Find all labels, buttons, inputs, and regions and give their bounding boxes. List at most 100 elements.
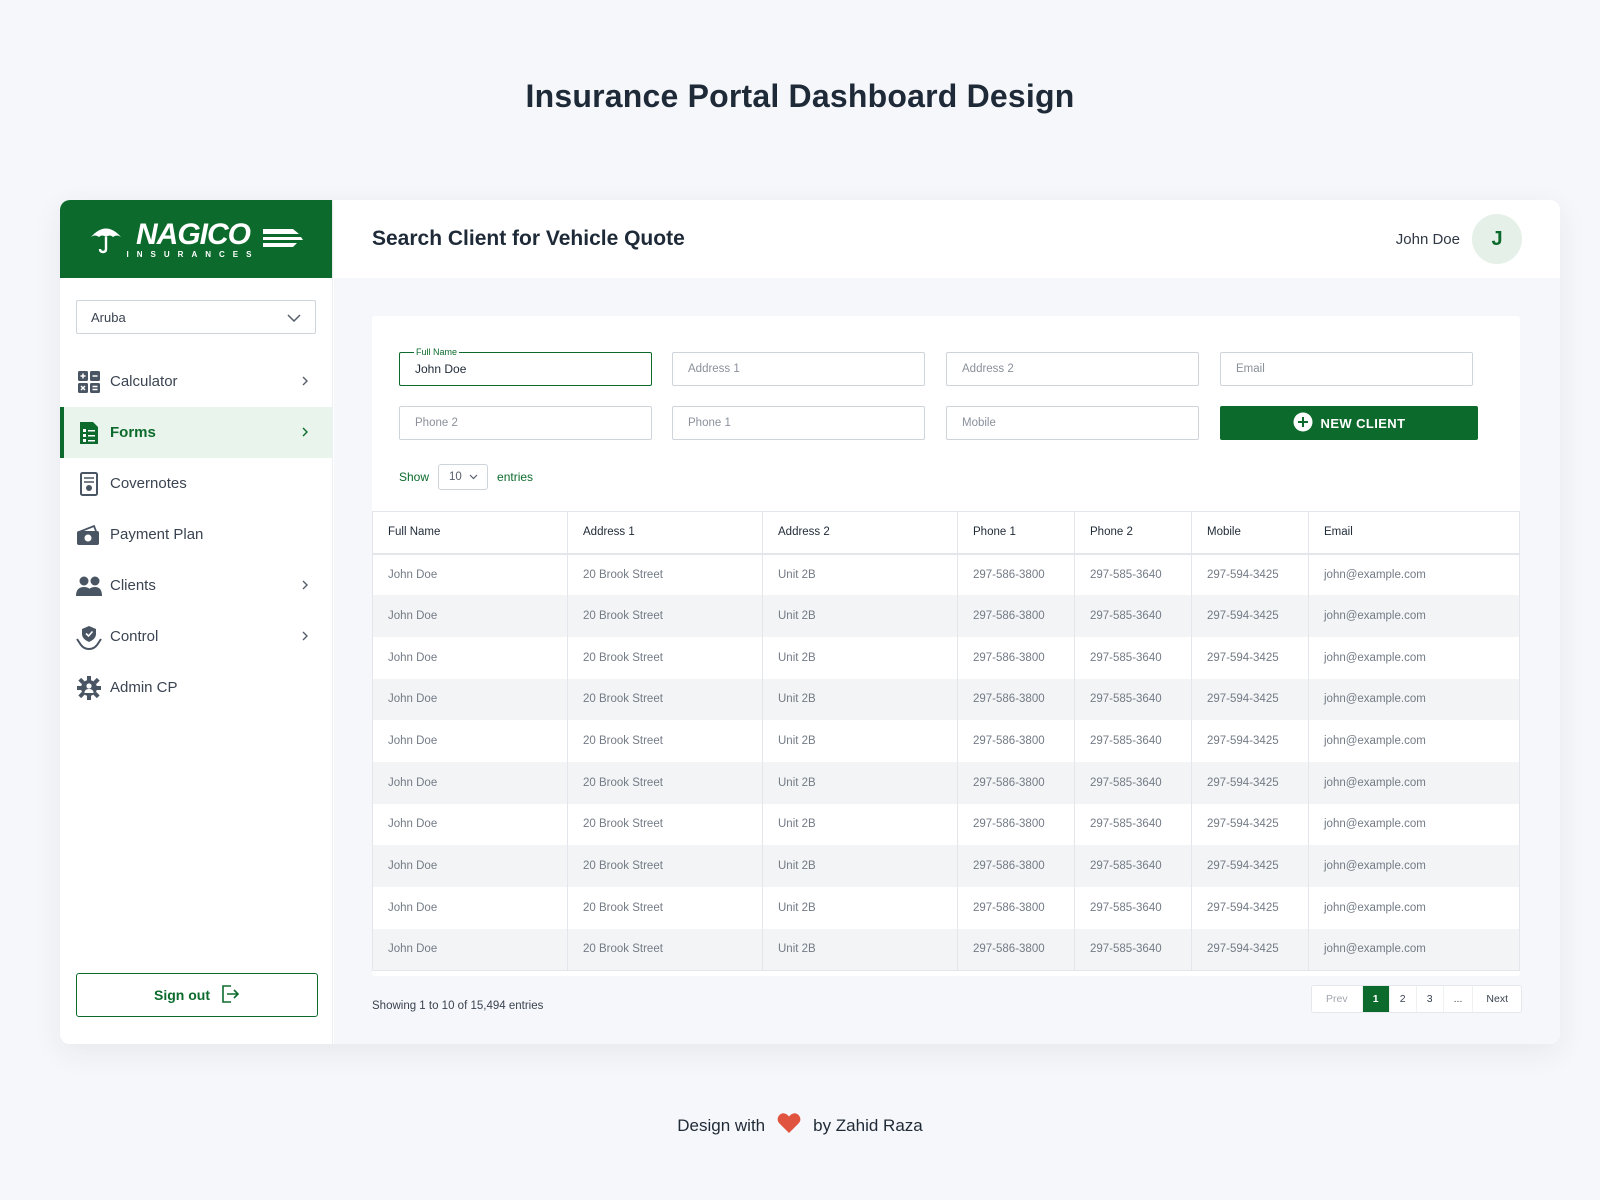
sidebar-item-label: Covernotes (110, 475, 187, 492)
new-client-button[interactable]: NEW CLIENT (1220, 406, 1478, 440)
page-button-1[interactable]: 1 (1362, 986, 1390, 1012)
table-row[interactable]: John Doe 20 Brook Street Unit 2B 297-586-38… (372, 803, 1520, 846)
cell-address2: Unit 2B (762, 553, 958, 596)
cell-email: john@example.com (1308, 928, 1520, 971)
cell-email: john@example.com (1308, 636, 1520, 679)
mobile-placeholder: Mobile (962, 417, 996, 429)
table-row[interactable]: John Doe 20 Brook Street Unit 2B 297-586-38… (372, 720, 1520, 762)
new-client-label: NEW CLIENT (1320, 415, 1406, 431)
cell-email: john@example.com (1308, 678, 1520, 721)
sign-out-button[interactable]: Sign out (76, 973, 318, 1017)
phone1-field[interactable]: Phone 1 (672, 406, 925, 440)
main-content: Full Name John Doe Address 1 Address 2 E… (334, 278, 1560, 1044)
cell-mobile: 297-594-3425 (1191, 553, 1309, 596)
table-row[interactable]: John Doe 20 Brook Street Unit 2B 297-586-38… (372, 845, 1520, 887)
entries-control: Show 10 entries (399, 464, 533, 490)
search-card: Full Name John Doe Address 1 Address 2 E… (372, 316, 1520, 976)
cell-phone1: 297-586-3800 (957, 928, 1075, 971)
column-header-email[interactable]: Email (1308, 511, 1520, 555)
cell-phone2: 297-585-3640 (1074, 720, 1192, 762)
email-field[interactable]: Email (1220, 352, 1473, 386)
table-row[interactable]: John Doe 20 Brook Street Unit 2B 297-586-38… (372, 636, 1520, 679)
column-header-address2[interactable]: Address 2 (762, 511, 958, 555)
sidebar-item-clients[interactable]: Clients (60, 560, 332, 611)
phone2-field[interactable]: Phone 2 (399, 406, 652, 440)
prev-page-button[interactable]: Prev (1312, 986, 1363, 1012)
admin-gear-icon (76, 675, 102, 701)
user-name: John Doe (1395, 230, 1460, 248)
avatar[interactable]: J (1472, 214, 1522, 264)
page-ellipsis: ... (1444, 986, 1474, 1012)
table-row[interactable]: John Doe 20 Brook Street Unit 2B 297-586-38… (372, 928, 1520, 971)
table-header-row: Full Name Address 1 Address 2 Phone 1 Ph… (372, 511, 1520, 555)
table-row[interactable]: John Doe 20 Brook Street Unit 2B 297-586-38… (372, 553, 1520, 596)
sidebar-item-forms[interactable]: Forms (60, 407, 332, 458)
app-window: NAGICO INSURANCES Aruba Calculator Forms… (60, 200, 1560, 1044)
top-header: Search Client for Vehicle Quote John Doe… (334, 200, 1560, 278)
pagination-info: Showing 1 to 10 of 15,494 entries (372, 1000, 544, 1012)
page-button-3[interactable]: 3 (1417, 986, 1444, 1012)
cell-full-name: John Doe (372, 928, 568, 971)
phone2-placeholder: Phone 2 (415, 417, 458, 429)
cell-address1: 20 Brook Street (567, 678, 763, 721)
sidebar-item-payment-plan[interactable]: Payment Plan (60, 509, 332, 560)
cell-email: john@example.com (1308, 845, 1520, 887)
sidebar-item-label: Clients (110, 577, 156, 594)
address2-field[interactable]: Address 2 (946, 352, 1199, 386)
cell-email: john@example.com (1308, 761, 1520, 804)
chevron-down-icon (287, 310, 301, 325)
mobile-field[interactable]: Mobile (946, 406, 1199, 440)
phone1-placeholder: Phone 1 (688, 417, 731, 429)
cell-mobile: 297-594-3425 (1191, 803, 1309, 846)
entries-value: 10 (449, 471, 462, 483)
pagination: Prev 1 2 3 ... Next (1311, 985, 1522, 1013)
table-row[interactable]: John Doe 20 Brook Street Unit 2B 297-586-38… (372, 678, 1520, 721)
sidebar-item-covernotes[interactable]: Covernotes (60, 458, 332, 509)
entries-select[interactable]: 10 (438, 464, 489, 490)
cell-full-name: John Doe (372, 595, 568, 637)
covernotes-icon (76, 471, 102, 497)
sidebar: NAGICO INSURANCES Aruba Calculator Forms… (60, 200, 333, 1044)
table-row[interactable]: John Doe 20 Brook Street Unit 2B 297-586-38… (372, 887, 1520, 929)
cell-full-name: John Doe (372, 678, 568, 721)
cell-phone1: 297-586-3800 (957, 887, 1075, 929)
cell-full-name: John Doe (372, 845, 568, 887)
sidebar-item-admin-cp[interactable]: Admin CP (60, 662, 332, 713)
column-header-mobile[interactable]: Mobile (1191, 511, 1309, 555)
cell-address1: 20 Brook Street (567, 803, 763, 846)
cell-address1: 20 Brook Street (567, 553, 763, 596)
cell-full-name: John Doe (372, 803, 568, 846)
cell-phone2: 297-585-3640 (1074, 887, 1192, 929)
calculator-icon (76, 369, 102, 395)
speed-lines-icon (263, 226, 304, 253)
sidebar-item-control[interactable]: Control (60, 611, 332, 662)
next-page-button[interactable]: Next (1473, 986, 1521, 1012)
full-name-field[interactable]: Full Name John Doe (399, 346, 652, 386)
cell-address1: 20 Brook Street (567, 887, 763, 929)
user-menu[interactable]: John Doe J (1396, 214, 1522, 264)
column-header-full-name[interactable]: Full Name (372, 511, 568, 555)
country-select[interactable]: Aruba (76, 300, 316, 334)
cell-phone2: 297-585-3640 (1074, 845, 1192, 887)
cell-address1: 20 Brook Street (567, 761, 763, 804)
column-header-phone2[interactable]: Phone 2 (1074, 511, 1192, 555)
brand-sub: INSURANCES (126, 249, 260, 259)
cell-address2: Unit 2B (762, 803, 958, 846)
cell-phone2: 297-585-3640 (1074, 803, 1192, 846)
address1-field[interactable]: Address 1 (672, 352, 925, 386)
column-header-phone1[interactable]: Phone 1 (957, 511, 1075, 555)
table-row[interactable]: John Doe 20 Brook Street Unit 2B 297-586-38… (372, 761, 1520, 804)
screen-title: Search Client for Vehicle Quote (372, 227, 685, 250)
table-row[interactable]: John Doe 20 Brook Street Unit 2B 297-586-38… (372, 595, 1520, 637)
cell-address2: Unit 2B (762, 845, 958, 887)
cell-address1: 20 Brook Street (567, 845, 763, 887)
address1-placeholder: Address 1 (688, 363, 740, 375)
column-header-address1[interactable]: Address 1 (567, 511, 763, 555)
sidebar-item-calculator[interactable]: Calculator (60, 356, 332, 407)
brand-logo[interactable]: NAGICO INSURANCES (60, 200, 332, 278)
cell-address1: 20 Brook Street (567, 595, 763, 637)
sign-out-label: Sign out (154, 987, 210, 1003)
cell-phone1: 297-586-3800 (957, 636, 1075, 679)
cell-phone1: 297-586-3800 (957, 845, 1075, 887)
page-button-2[interactable]: 2 (1390, 986, 1417, 1012)
